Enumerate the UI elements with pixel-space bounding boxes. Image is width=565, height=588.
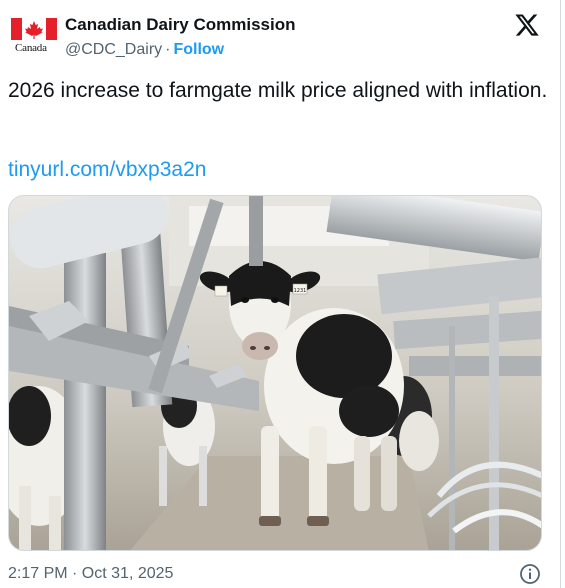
canada-flag-icon bbox=[11, 18, 57, 40]
follow-button[interactable]: Follow bbox=[173, 41, 224, 58]
x-logo-icon[interactable] bbox=[514, 12, 540, 38]
separator-dot: · bbox=[165, 41, 171, 58]
dairy-cows-photo-icon: 1231 bbox=[9, 196, 541, 550]
info-icon[interactable] bbox=[519, 563, 541, 585]
author-meta: @CDC_Dairy · Follow bbox=[65, 40, 296, 60]
ear-tag-text: 1231 bbox=[294, 288, 307, 294]
author-block: Canadian Dairy Commission @CDC_Dairy · Fol… bbox=[65, 15, 296, 60]
canada-wordmark: Canada bbox=[15, 42, 47, 54]
author-name[interactable]: Canadian Dairy Commission bbox=[65, 15, 296, 35]
canada-flag-logo[interactable]: Canada bbox=[11, 18, 57, 58]
tweet-photo[interactable]: 1231 bbox=[8, 195, 542, 551]
author-handle[interactable]: @CDC_Dairy bbox=[65, 41, 162, 58]
tweet-link[interactable]: tinyurl.com/vbxp3a2n bbox=[8, 157, 206, 183]
tweet-text: 2026 increase to farmgate milk price ali… bbox=[8, 79, 548, 102]
tweet-card: Canada Canadian Dairy Commission @CDC_Da… bbox=[0, 0, 561, 588]
tweet-timestamp[interactable]: 2:17 PM · Oct 31, 2025 bbox=[8, 564, 173, 584]
